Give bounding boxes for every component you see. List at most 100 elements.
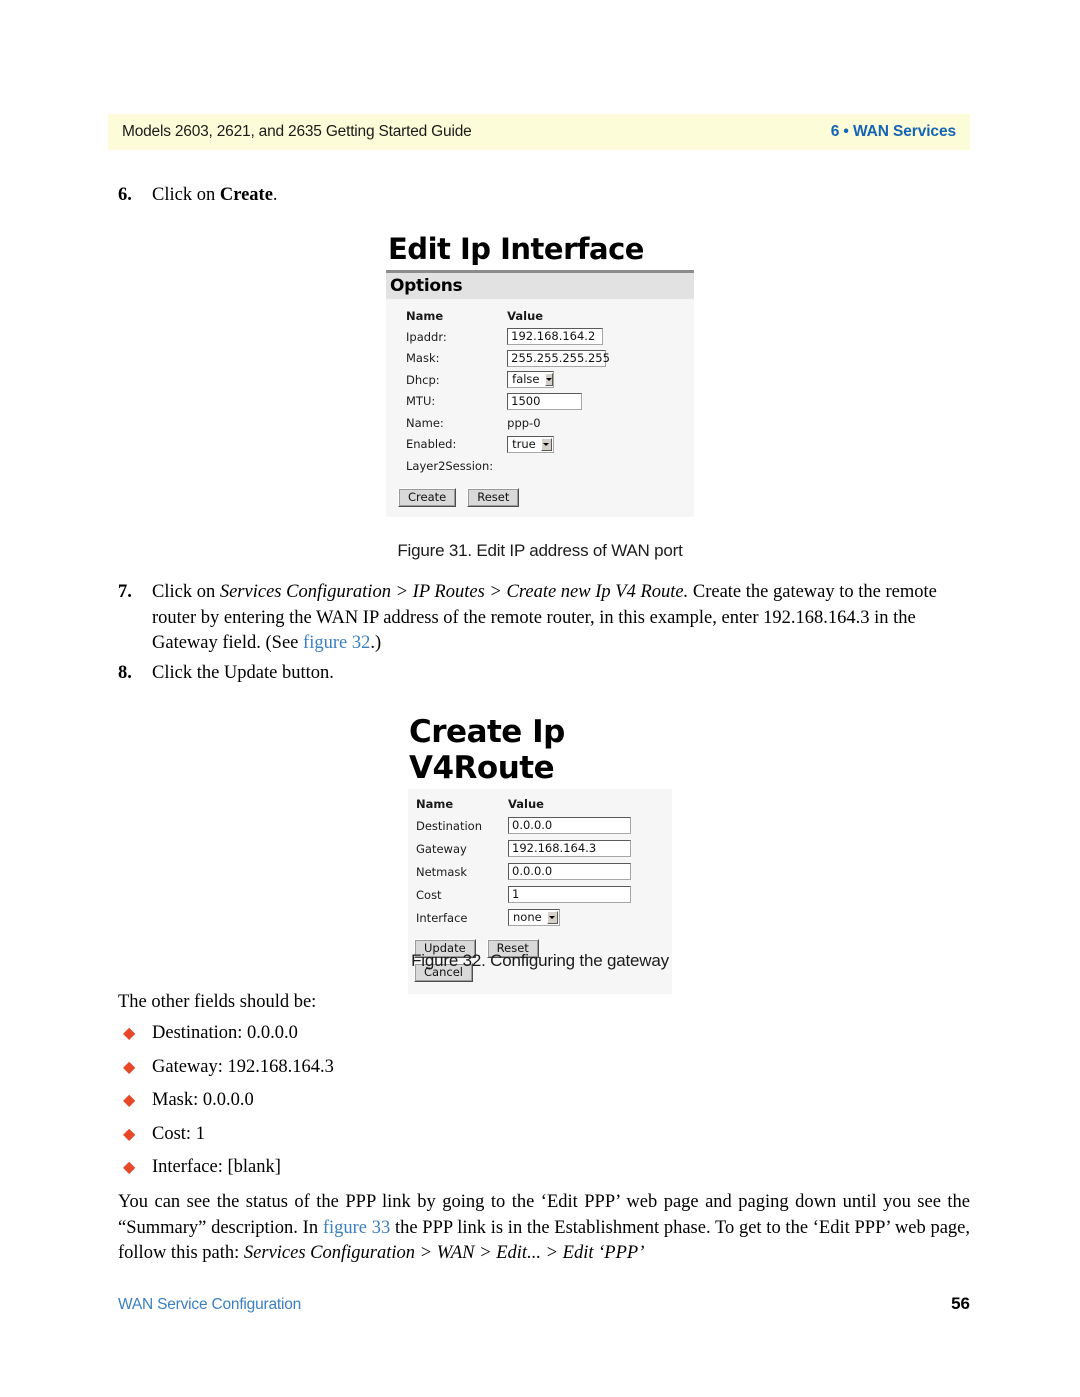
fig32-rows: Destination 0.0.0.0 Gateway 192.168.164.3 Ne… [416,814,631,929]
fig31-text-input[interactable]: 1500 [507,392,583,410]
fig31-row-label: Name: [406,415,444,430]
bullet-list-item: ◆ Interface: [blank] [118,1157,598,1191]
step-6-bold: Create [219,185,273,205]
step-6-pre: Click on [152,185,220,205]
fig31-select[interactable]: true [507,435,555,453]
bullet-diamond-icon: ◆ [123,1092,136,1109]
bullet-list-item-label: Gateway: 192.168.164.3 [152,1056,334,1077]
fig32-row-value-cell: 192.168.164.3 [508,837,631,860]
fig31-row-value-cell: ppp-0 [507,412,606,434]
fig31-row: Layer2Session: [406,455,606,477]
closing-figure-link[interactable]: figure 33 [323,1218,390,1238]
fig32-text-input[interactable]: 192.168.164.3 [508,840,631,857]
chevron-down-icon[interactable] [546,911,558,924]
step-7-path: Services Configuration > IP Routes > Cre… [219,582,689,602]
step-7-number: 7. [118,582,132,602]
fig31-select-value: false [512,372,540,387]
step-8-text: Click the Update button. [152,663,334,683]
fig31-row-label: Dhcp: [406,372,440,387]
fig31-options-label: Options [390,276,463,296]
fig32-row-value-cell: none [508,906,631,929]
fig31-row-value-cell: true [507,434,606,456]
fig31-row: Mask: 255.255.255.255 [406,348,610,370]
step-6-text: Click on Create. [152,183,638,209]
fig32-row-value-cell: 0.0.0.0 [508,814,631,837]
fig31-button-row: Create Reset [398,486,694,507]
bullet-list-item-label: Destination: 0.0.0.0 [152,1023,298,1043]
bullet-diamond-icon: ◆ [123,1125,136,1143]
figure-31-caption: Figure 31. Edit IP address of WAN port [397,541,683,560]
step-8: 8. Click the Update button. [118,661,638,687]
bullet-diamond-icon: ◆ [123,1058,136,1076]
fig32-select[interactable]: none [508,909,560,926]
fig32-col-value: Value [508,797,544,811]
footer-page-number: 56 [951,1294,970,1313]
bullet-list-item: ◆ Cost: 1 [118,1124,598,1158]
fig31-rows: Ipaddr: 192.168.164.2 Mask: 255.255.255.255… [406,326,610,477]
other-fields-bullet-list: ◆ Destination: 0.0.0.0 ◆ Gateway: 192.168.1… [118,1023,598,1191]
fig31-select[interactable]: false [507,371,555,389]
fig32-row-value-cell: 1 [508,883,631,906]
bullet-list-item: ◆ Gateway: 192.168.164.3 [118,1057,598,1091]
fig31-row-value-cell [507,455,606,477]
fig32-row-label: Gateway [416,841,467,856]
fig31-row: Name: ppp-0 [406,412,606,434]
fig32-text-input[interactable]: 0.0.0.0 [508,817,631,834]
bullet-list-item: ◆ Mask: 0.0.0.0 [118,1090,598,1124]
bullet-diamond-icon: ◆ [123,1025,136,1042]
fig31-col-value: Value [507,309,544,323]
step-8-number: 8. [118,663,132,683]
header-chapter-label: 6 • WAN Services [830,123,956,140]
bullet-list-item-label: Mask: 0.0.0.0 [152,1090,254,1110]
fig31-row-label: Mask: [406,351,440,366]
footer-section-label: WAN Service Configuration [118,1296,302,1313]
fig31-select-value: true [512,436,536,451]
fig31-row-label: MTU: [406,394,436,409]
fig32-select-value: none [513,910,542,924]
chevron-down-icon[interactable] [544,373,553,387]
fig31-row-label: Enabled: [406,437,457,452]
fig31-row: Enabled: true [406,434,606,456]
bullet-list-item-label: Cost: 1 [152,1123,205,1144]
fig31-form-panel: Name Value Ipaddr: 192.168.164.2 Mask: 255.… [386,299,694,517]
step-6-post: . [272,185,278,205]
fig32-row-value-cell: 0.0.0.0 [508,860,631,883]
fig32-row-label: Destination [416,818,482,833]
fig31-row-value-cell: false [507,369,606,391]
fig31-static-value: ppp-0 [507,415,541,430]
fig31-row-value-cell: 1500 [507,391,606,413]
fig31-row-label: Layer2Session: [406,458,494,473]
other-fields-intro: The other fields should be: [118,992,317,1012]
fig31-row-value-cell: 192.168.164.2 [507,326,606,348]
fig31-field-table: Name Value Ipaddr: 192.168.164.2 Mask: 255.… [406,309,610,477]
fig32-text-input[interactable]: 1 [508,886,631,903]
fig31-row-label: Ipaddr: [406,329,447,344]
figure-32-caption: Figure 32. Configuring the gateway [411,951,669,970]
fig32-header-row: Name Value [416,797,631,814]
fig31-text-input[interactable]: 255.255.255.255 [507,349,610,367]
fig31-col-name: Name [406,309,444,323]
fig31-header-row: Name Value [406,309,606,326]
fig31-row-value-cell: 255.255.255.255 [507,348,610,370]
fig31-row: MTU: 1500 [406,391,606,413]
fig31-reset-button[interactable]: Reset [467,487,520,507]
fig32-row: Destination 0.0.0.0 [416,814,631,837]
fig32-field-table: Name Value Destination 0.0.0.0 Gateway 192.… [416,797,631,929]
page-footer: WAN Service Configuration 56 [118,1294,970,1314]
figure-31-screenshot: Edit Ip Interface Options Name Value Ipa… [386,232,694,517]
fig32-row: Cost 1 [416,883,631,906]
step-7-figure-link[interactable]: figure 32 [303,633,370,653]
header-guide-title: Models 2603, 2621, and 2635 Getting Star… [122,123,472,140]
fig31-text-input[interactable]: 192.168.164.2 [507,328,604,346]
step-7-t1: Click on [152,582,220,602]
fig32-row: Gateway 192.168.164.3 [416,837,631,860]
fig32-row: Netmask 0.0.0.0 [416,860,631,883]
bullet-diamond-icon: ◆ [123,1159,136,1176]
fig31-create-button[interactable]: Create [398,487,457,507]
fig31-row: Dhcp: false [406,369,606,391]
fig32-text-input[interactable]: 0.0.0.0 [508,863,631,880]
fig31-row: Ipaddr: 192.168.164.2 [406,326,606,348]
step-6-number: 6. [118,185,132,205]
closing-paragraph: You can see the status of the PPP link b… [118,1190,970,1267]
chevron-down-icon[interactable] [540,437,553,451]
